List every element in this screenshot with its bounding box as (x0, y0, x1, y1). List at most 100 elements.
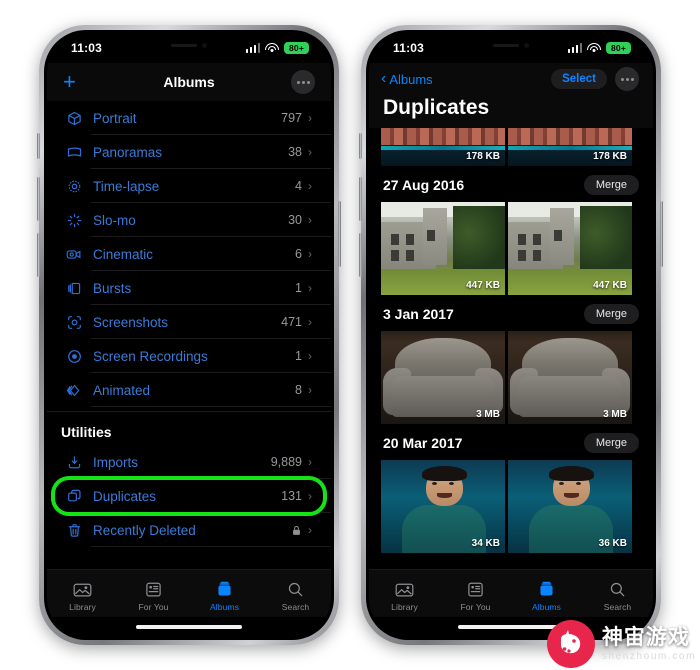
silence-switch[interactable] (359, 133, 362, 159)
album-row-slo-mo[interactable]: Slo-mo 30 › (47, 203, 331, 237)
tab-for-you[interactable]: For You (118, 580, 189, 612)
panorama-icon (61, 145, 87, 160)
duplicate-group: 3 Jan 2017 Merge 3 MB 3 MB (369, 295, 653, 424)
tab-for-you[interactable]: For You (440, 580, 511, 612)
duplicates-page-title: Duplicates (369, 93, 653, 128)
album-label: Imports (93, 454, 139, 470)
animated-icon (61, 383, 87, 398)
power-button[interactable] (660, 201, 663, 267)
duplicate-photo-thumbnail[interactable]: 178 KB (508, 128, 632, 166)
volume-up-button[interactable] (37, 177, 40, 221)
status-indicators: 80+ (567, 42, 631, 54)
duplicate-photo-thumbnail[interactable]: 178 KB (381, 128, 505, 166)
timelapse-icon (61, 179, 87, 194)
duplicate-photo-thumbnail[interactable]: 447 KB (381, 202, 505, 295)
phone-right-body: 11:03 80+ ‹ Albums Select Duplicates 178… (366, 30, 656, 640)
import-icon (61, 455, 87, 470)
duplicate-group-date: 3 Jan 2017 (383, 306, 454, 322)
album-count: 4 (295, 179, 302, 193)
album-row-bursts[interactable]: Bursts 1 › (47, 271, 331, 305)
plus-icon[interactable]: + (63, 71, 87, 93)
status-time: 11:03 (393, 41, 425, 55)
album-count: 9,889 (270, 455, 302, 469)
cellular-bars-icon (567, 43, 582, 53)
duplicates-nav-bar: ‹ Albums Select (369, 63, 653, 93)
album-row-panoramas[interactable]: Panoramas 38 › (47, 135, 331, 169)
duplicate-group-header: 3 Jan 2017 Merge (381, 295, 641, 331)
albums-list[interactable]: Portrait 797 › Panoramas 38 › Time-lapse 4 › Slo-… (47, 101, 331, 569)
merge-button[interactable]: Merge (583, 433, 639, 453)
duplicate-group-header: 20 Mar 2017 Merge (381, 424, 641, 460)
chevron-right-icon: › (308, 489, 312, 503)
album-count: 6 (295, 247, 302, 261)
home-indicator[interactable] (47, 617, 331, 637)
album-row-screenshots[interactable]: Screenshots 471 › (47, 305, 331, 339)
chevron-right-icon: › (308, 247, 312, 261)
album-row-time-lapse[interactable]: Time-lapse 4 › (47, 169, 331, 203)
watermark-cn: 神宙游戏 (601, 625, 690, 649)
record-circle-icon (61, 349, 87, 364)
select-button[interactable]: Select (551, 69, 607, 89)
merge-button[interactable]: Merge (583, 304, 639, 324)
status-time: 11:03 (71, 41, 103, 55)
album-row-screen-recordings[interactable]: Screen Recordings 1 › (47, 339, 331, 373)
album-row-recently-deleted[interactable]: Recently Deleted › (47, 513, 331, 547)
tab-bar-left[interactable]: Library For You Albums Search (47, 569, 331, 617)
page-title: Albums (163, 74, 215, 90)
album-label: Screenshots (93, 314, 169, 330)
duplicate-thumbnails: 178 KB 178 KB (381, 128, 641, 166)
tab-library[interactable]: Library (47, 580, 118, 612)
album-label: Cinematic (93, 246, 154, 262)
merge-button[interactable]: Merge (583, 175, 639, 195)
utilities-section-header: Utilities (61, 424, 112, 440)
album-row-imports[interactable]: Imports 9,889 › (47, 445, 331, 479)
duplicate-thumbnails: 447 KB 447 KB (381, 202, 641, 295)
album-label: Animated (93, 382, 151, 398)
silence-switch[interactable] (37, 133, 40, 159)
cube-icon (61, 111, 87, 126)
battery-badge: 80+ (284, 42, 309, 54)
ellipsis-icon[interactable] (615, 67, 639, 91)
tab-albums[interactable]: Albums (511, 580, 582, 612)
back-to-albums-button[interactable]: ‹ Albums (381, 71, 433, 87)
duplicate-photo-thumbnail[interactable]: 34 KB (381, 460, 505, 553)
duplicate-photo-thumbnail[interactable]: 447 KB (508, 202, 632, 295)
duplicate-group-header: 27 Aug 2016 Merge (381, 166, 641, 202)
nav-actions: Select (551, 67, 639, 91)
duplicate-thumbnails: 3 MB 3 MB (381, 331, 641, 424)
tab-label: For You (138, 601, 169, 612)
tab-bar-right[interactable]: Library For You Albums Search (369, 569, 653, 617)
chevron-right-icon: › (308, 315, 312, 329)
volume-up-button[interactable] (359, 177, 362, 221)
album-row-portrait[interactable]: Portrait 797 › (47, 101, 331, 135)
tab-library[interactable]: Library (369, 580, 440, 612)
tab-search[interactable]: Search (260, 580, 331, 612)
wifi-icon (587, 42, 601, 54)
duplicate-photo-thumbnail[interactable]: 3 MB (508, 331, 632, 424)
duplicates-scroll-area[interactable]: 178 KB 178 KB 27 Aug 2016 Merge 447 KB 447 KB… (369, 128, 653, 569)
status-bar-right: 11:03 80+ (369, 33, 653, 63)
photo-size-label: 447 KB (466, 280, 500, 291)
album-row-animated[interactable]: Animated 8 › (47, 373, 331, 407)
power-button[interactable] (338, 201, 341, 267)
volume-down-button[interactable] (359, 233, 362, 277)
album-count: 471 (281, 315, 302, 329)
duplicate-thumbnails: 34 KB 36 KB (381, 460, 641, 553)
duplicate-photo-thumbnail[interactable]: 36 KB (508, 460, 632, 553)
duplicate-photo-thumbnail[interactable]: 3 MB (381, 331, 505, 424)
wifi-icon (265, 42, 279, 54)
tab-albums[interactable]: Albums (189, 580, 260, 612)
tab-label: Library (391, 601, 418, 612)
ellipsis-icon[interactable] (291, 70, 315, 94)
volume-down-button[interactable] (37, 233, 40, 277)
album-row-duplicates[interactable]: Duplicates 131 › (47, 479, 331, 513)
trash-icon (61, 523, 87, 538)
library-icon (73, 580, 92, 599)
search-icon (609, 580, 626, 599)
duplicate-group: 27 Aug 2016 Merge 447 KB 447 KB (369, 166, 653, 295)
album-count: 1 (295, 281, 302, 295)
album-row-cinematic[interactable]: Cinematic 6 › (47, 237, 331, 271)
tab-search[interactable]: Search (582, 580, 653, 612)
photo-size-label: 36 KB (598, 538, 627, 549)
chevron-right-icon: › (308, 145, 312, 159)
